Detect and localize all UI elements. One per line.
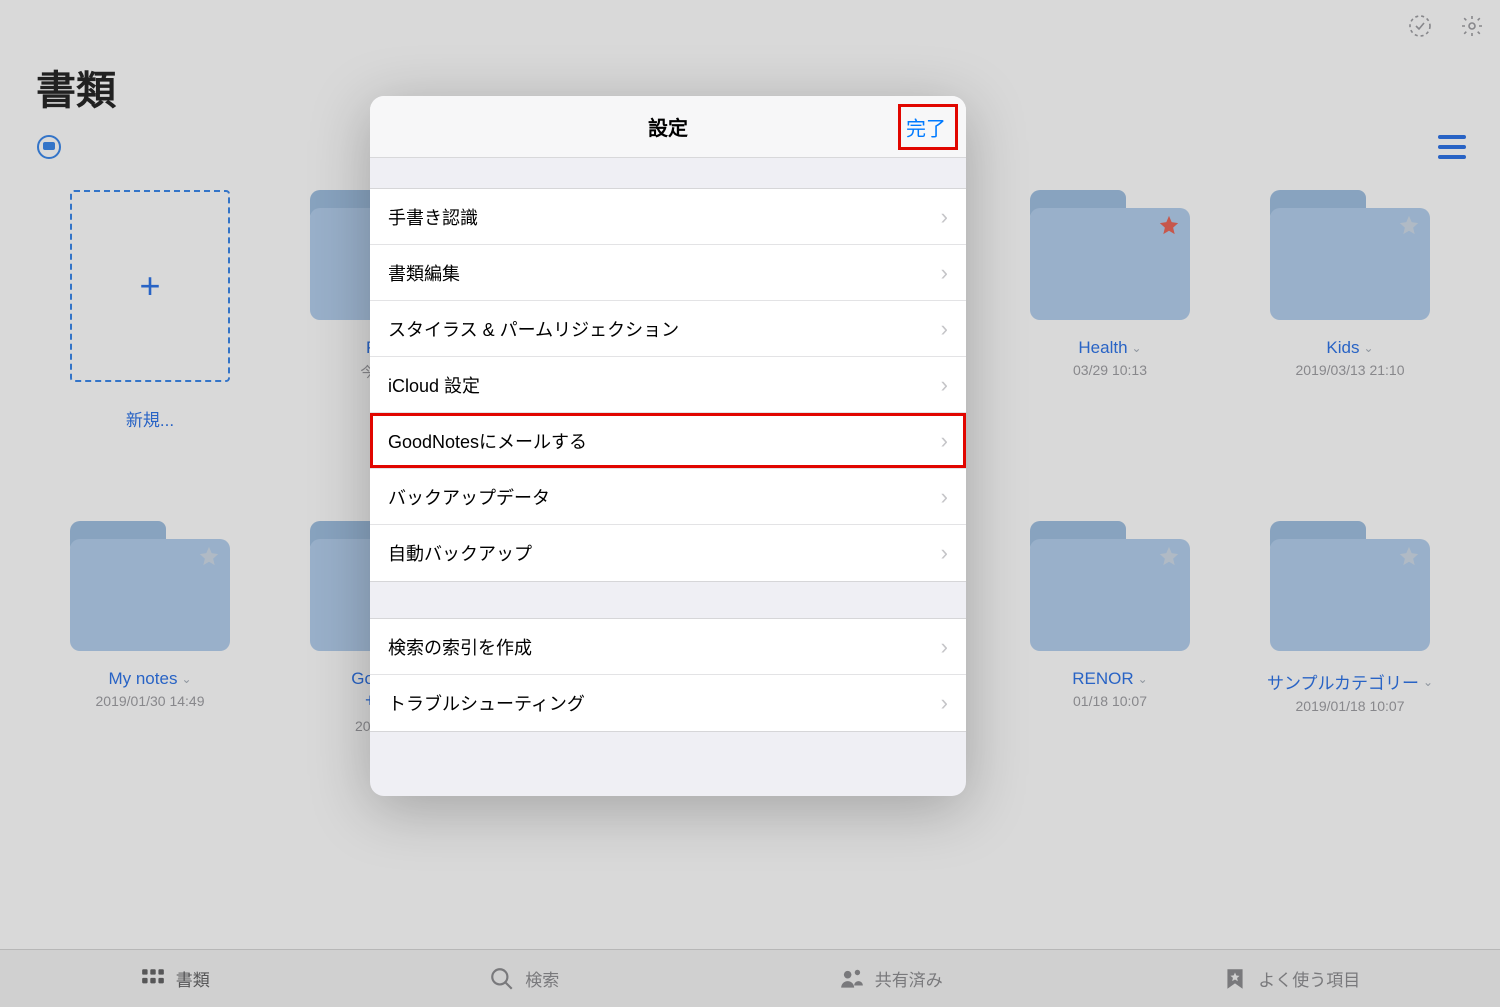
settings-stylus[interactable]: スタイラス & パームリジェクション› [370,301,966,357]
chevron-right-icon: › [941,260,948,286]
chevron-right-icon: › [941,690,948,716]
folder-name: RENOR [1072,669,1133,689]
new-item-box[interactable]: + [70,190,230,382]
folder-date: 2019/03/13 21:10 [1296,362,1405,378]
topbar [1406,12,1486,40]
tab-shared[interactable]: 共有済み [839,966,943,992]
settings-troubleshooting[interactable]: トラブルシューティング› [370,675,966,731]
folder-date: 03/29 10:13 [1073,362,1147,378]
tab-label: よく使う項目 [1258,966,1360,991]
settings-icloud[interactable]: iCloud 設定› [370,357,966,413]
chevron-right-icon: › [941,484,948,510]
chevron-right-icon: › [941,428,948,454]
filter-icon[interactable] [34,132,64,162]
folder-kids[interactable]: Kids ⌄ 2019/03/13 21:10 [1240,190,1460,431]
settings-auto-backup[interactable]: 自動バックアップ› [370,525,966,581]
tab-search[interactable]: 検索 [489,966,559,992]
chevron-down-icon: ⌄ [1138,672,1148,686]
folder-date: 2019/01/18 10:07 [1296,698,1405,714]
settings-document-edit[interactable]: 書類編集› [370,245,966,301]
tab-label: 共有済み [875,966,943,991]
settings-group-2: 検索の索引を作成› トラブルシューティング› [370,618,966,732]
settings-group-1: 手書き認識› 書類編集› スタイラス & パームリジェクション› iCloud … [370,188,966,582]
page-title: 書類 [36,58,116,116]
folder-renor[interactable]: RENOR ⌄ 01/18 10:07 [1000,521,1220,734]
chevron-right-icon: › [941,204,948,230]
tab-label: 書類 [176,966,210,991]
chevron-right-icon: › [941,540,948,566]
chevron-down-icon: ⌄ [181,672,191,686]
settings-search-index[interactable]: 検索の索引を作成› [370,619,966,675]
modal-body: 手書き認識› 書類編集› スタイラス & パームリジェクション› iCloud … [370,158,966,732]
chevron-down-icon: ⌄ [1423,675,1433,689]
star-icon[interactable] [1158,214,1180,236]
chevron-right-icon: › [941,316,948,342]
tab-label: 検索 [525,966,559,991]
highlight-done [898,104,958,150]
list-view-icon[interactable] [1438,135,1466,159]
tab-favorites[interactable]: よく使う項目 [1222,966,1360,992]
folder-date: 01/18 10:07 [1073,693,1147,709]
chevron-down-icon: ⌄ [1364,341,1374,355]
sync-icon[interactable] [1406,12,1434,40]
folder-name: My notes [108,669,177,689]
new-item-label: 新規... [126,406,174,431]
star-icon[interactable] [198,545,220,567]
tab-bar: 書類 検索 共有済み よく使う項目 [0,949,1500,1007]
chevron-right-icon: › [941,372,948,398]
star-icon[interactable] [1158,545,1180,567]
folder-mynotes[interactable]: My notes ⌄ 2019/01/30 14:49 [40,521,260,734]
chevron-down-icon: ⌄ [1132,341,1142,355]
star-icon[interactable] [1398,214,1420,236]
chevron-right-icon: › [941,634,948,660]
folder-sample-category[interactable]: サンプルカテゴリー ⌄ 2019/01/18 10:07 [1240,521,1460,734]
settings-backup-data[interactable]: バックアップデータ› [370,469,966,525]
folder-name: サンプルカテゴリー [1267,669,1419,694]
gear-icon[interactable] [1458,12,1486,40]
star-icon[interactable] [1398,545,1420,567]
settings-email-goodnotes[interactable]: GoodNotesにメールする› [370,413,966,469]
folder-name: Kids [1326,338,1359,358]
modal-title: 設定 [648,112,688,141]
folder-name: Health [1078,338,1127,358]
plus-icon: + [139,265,160,307]
modal-header: 設定 完了 [370,96,966,158]
new-item-cell[interactable]: + 新規... [40,190,260,431]
folder-health[interactable]: Health ⌄ 03/29 10:13 [1000,190,1220,431]
settings-handwriting[interactable]: 手書き認識› [370,189,966,245]
tab-documents[interactable]: 書類 [140,966,210,992]
folder-date: 2019/01/30 14:49 [96,693,205,709]
settings-modal: 設定 完了 手書き認識› 書類編集› スタイラス & パームリジェクション› i… [370,96,966,796]
